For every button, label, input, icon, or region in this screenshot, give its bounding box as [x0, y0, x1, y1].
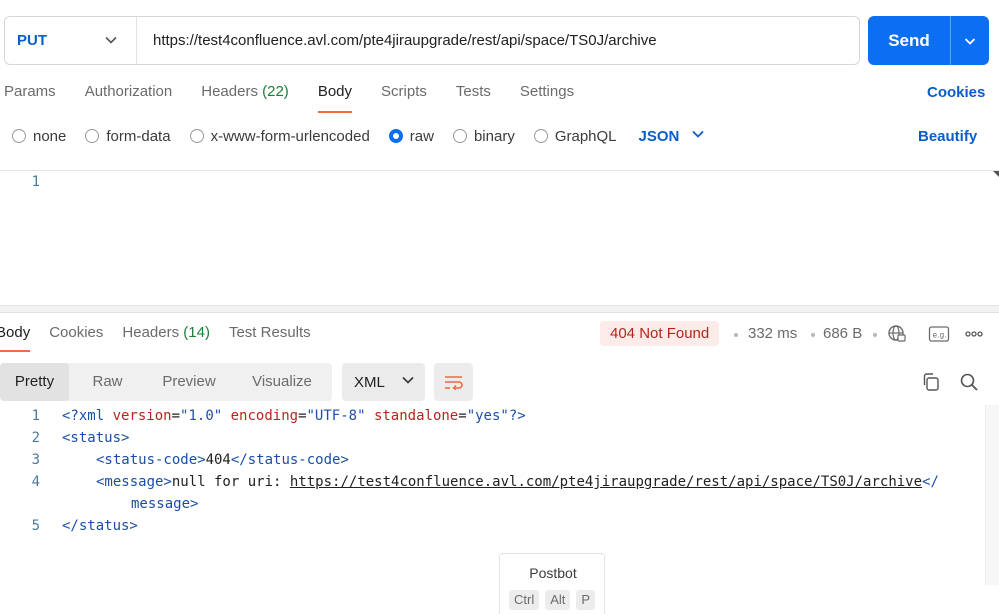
send-button-group: Send — [868, 16, 989, 65]
postbot-title: Postbot — [529, 565, 577, 581]
radio-circle — [85, 129, 100, 143]
response-tabs: Body Cookies Headers (14) Test Results — [0, 324, 330, 352]
cookies-link[interactable]: Cookies — [927, 84, 985, 101]
code-text: message> — [131, 496, 199, 512]
radio-circle — [189, 129, 204, 143]
tab-body[interactable]: Body — [317, 83, 353, 113]
tab-settings[interactable]: Settings — [520, 83, 574, 113]
response-size[interactable]: 686 B — [823, 325, 862, 342]
response-tab-headers[interactable]: Headers (14) — [122, 324, 210, 352]
view-visualize-button[interactable]: Visualize — [232, 363, 332, 401]
network-globe-icon[interactable] — [886, 323, 908, 345]
tab-params[interactable]: Params — [4, 83, 56, 113]
code-text: </status> — [62, 518, 138, 534]
line-number: 4 — [31, 474, 40, 490]
line-number: 2 — [31, 430, 40, 446]
chevron-down-icon — [401, 373, 415, 391]
response-format-select[interactable]: XML — [342, 363, 425, 401]
radio-binary[interactable]: binary — [452, 127, 515, 145]
postbot-shortcut: Ctrl Alt P — [509, 590, 596, 610]
line-number: 1 — [31, 174, 40, 190]
shortcut-key: P — [576, 590, 596, 610]
radio-binary-label: binary — [473, 127, 515, 145]
view-raw-button[interactable]: Raw — [69, 363, 146, 401]
svg-text:e.g.: e.g. — [933, 331, 947, 340]
radio-circle — [533, 129, 548, 143]
body-language-select[interactable]: JSON — [639, 127, 706, 145]
send-options-button[interactable] — [951, 34, 989, 48]
separator-dot — [811, 333, 815, 337]
tab-headers[interactable]: Headers (22) — [201, 83, 289, 113]
line-number: 1 — [31, 408, 40, 424]
response-tab-body[interactable]: Body — [0, 324, 31, 352]
tab-authorization[interactable]: Authorization — [85, 83, 173, 113]
radio-raw[interactable]: raw — [388, 127, 434, 145]
search-icon[interactable] — [958, 371, 980, 393]
radio-urlencoded[interactable]: x-www-form-urlencoded — [189, 127, 370, 145]
separator-dot — [734, 333, 738, 337]
request-tabs: Params Authorization Headers (22) Body S… — [0, 83, 603, 113]
chevron-down-icon — [691, 127, 705, 145]
status-badge[interactable]: 404 Not Found — [600, 321, 720, 346]
response-tab-cookies[interactable]: Cookies — [49, 324, 103, 352]
tab-headers-label: Headers — [201, 83, 258, 100]
postbot-button[interactable]: Postbot Ctrl Alt P — [499, 553, 605, 614]
shortcut-key: Alt — [545, 590, 571, 610]
line-number: 5 — [31, 518, 40, 534]
body-type-options: none form-data x-www-form-urlencoded raw… — [12, 127, 705, 145]
scroll-indicator-icon — [993, 171, 999, 177]
response-view-group: Pretty Raw Preview Visualize — [0, 363, 332, 401]
vertical-scrollbar[interactable] — [985, 405, 999, 585]
response-tab-headers-label: Headers — [122, 324, 180, 341]
radio-raw-label: raw — [409, 127, 434, 145]
response-headers-count: (14) — [183, 324, 210, 341]
wrap-lines-icon — [444, 376, 463, 390]
code-text: <message>null for uri: https://test4conf… — [96, 474, 939, 490]
radio-form-data-label: form-data — [106, 127, 171, 145]
send-button[interactable]: Send — [868, 31, 950, 51]
chevron-down-icon — [104, 33, 118, 51]
method-label: PUT — [17, 32, 47, 49]
beautify-button[interactable]: Beautify — [918, 128, 977, 145]
example-save-icon[interactable]: e.g. — [928, 323, 950, 345]
view-preview-button[interactable]: Preview — [146, 363, 232, 401]
chevron-down-icon — [964, 37, 976, 45]
response-format-label: XML — [354, 373, 385, 391]
more-options-icon[interactable] — [963, 323, 985, 345]
request-body-editor[interactable]: 1 — [0, 171, 999, 305]
response-tab-test-results[interactable]: Test Results — [229, 324, 311, 352]
headers-count: (22) — [262, 83, 289, 100]
radio-circle — [12, 129, 26, 143]
radio-graphql-label: GraphQL — [554, 127, 617, 145]
pane-resize-handle[interactable] — [0, 305, 999, 313]
separator-dot — [873, 333, 877, 337]
wrap-lines-button[interactable] — [434, 363, 473, 401]
code-text: <status-code>404</status-code> — [96, 452, 349, 468]
tab-tests[interactable]: Tests — [456, 83, 491, 113]
response-time[interactable]: 332 ms — [748, 325, 797, 342]
url-input[interactable]: https://test4confluence.avl.com/pte4jira… — [137, 32, 657, 49]
radio-form-data[interactable]: form-data — [85, 127, 171, 145]
radio-urlencoded-label: x-www-form-urlencoded — [210, 127, 370, 145]
radio-circle-selected — [388, 129, 403, 143]
line-number: 3 — [31, 452, 40, 468]
radio-circle — [452, 129, 467, 143]
copy-icon[interactable] — [920, 371, 942, 393]
radio-none[interactable]: none — [12, 128, 66, 145]
body-language-label: JSON — [638, 127, 680, 145]
response-url-link[interactable]: https://test4confluence.avl.com/pte4jira… — [290, 474, 922, 490]
shortcut-key: Ctrl — [509, 590, 540, 610]
code-text: <status> — [62, 430, 130, 446]
code-text: <?xml version="1.0" encoding="UTF-8" sta… — [62, 408, 526, 424]
method-select[interactable]: PUT — [5, 17, 137, 64]
radio-graphql[interactable]: GraphQL — [533, 127, 617, 145]
url-bar: PUT https://test4confluence.avl.com/pte4… — [4, 16, 860, 65]
view-pretty-button[interactable]: Pretty — [0, 363, 69, 401]
tab-scripts[interactable]: Scripts — [381, 83, 427, 113]
radio-none-label: none — [33, 127, 67, 145]
